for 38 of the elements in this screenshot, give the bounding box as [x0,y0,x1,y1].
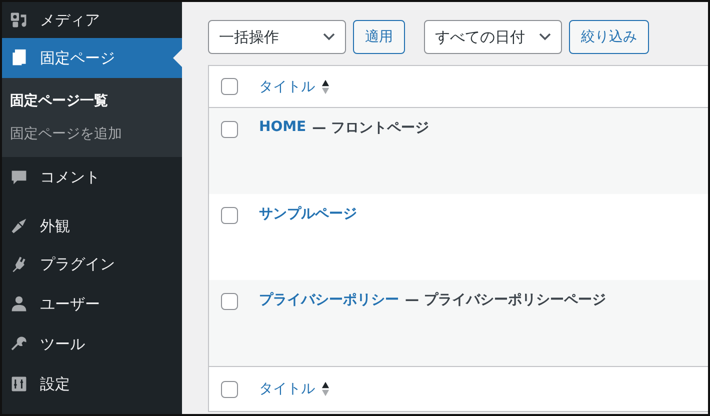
menu-item[interactable]: 固定ページ [2,38,182,78]
menu-item[interactable]: ツール [2,324,182,364]
filter-button[interactable]: 絞り込み [569,20,649,54]
page-state: — フロントページ [312,119,429,137]
apply-button[interactable]: 適用 [353,20,405,54]
title-column-header[interactable]: タイトル [259,78,315,96]
page-title-link[interactable]: プライバシーポリシー [259,291,399,309]
menu-item[interactable]: 設定 [2,364,182,404]
comment-icon [10,168,28,186]
checkbox[interactable] [221,207,238,224]
menu-item[interactable]: プラグイン [2,244,182,284]
bulk-action-select[interactable]: 一括操作 [208,20,346,54]
sort-icon[interactable] [321,381,330,397]
menu-item[interactable]: コメント [2,157,182,197]
checkbox[interactable] [221,380,238,398]
page-title-link[interactable]: サンプルページ [259,205,357,223]
page-state: — プライバシーポリシーページ [405,291,606,309]
chevron-down-icon [539,33,551,41]
menu-item[interactable]: 外観 [2,208,182,244]
submenu-item[interactable]: 固定ページ一覧 [2,85,182,118]
menu-item[interactable]: メディア [2,2,182,38]
title-column-header[interactable]: タイトル [259,380,315,398]
menu-item[interactable]: ユーザー [2,284,182,324]
plugin-icon [10,255,28,273]
checkbox[interactable] [221,293,238,310]
chevron-down-icon [323,33,335,41]
wrench-icon [10,335,28,353]
brush-icon [10,217,28,235]
media-icon [10,11,28,29]
pages-icon [10,49,28,67]
settings-icon [10,375,28,393]
checkbox[interactable] [221,78,238,95]
submenu-item[interactable]: 固定ページを追加 [2,118,182,151]
date-filter-select[interactable]: すべての日付 [424,20,562,54]
checkbox[interactable] [221,121,238,138]
page-title-link[interactable]: HOME [259,119,306,135]
sort-icon[interactable] [321,78,330,94]
user-icon [10,295,28,313]
